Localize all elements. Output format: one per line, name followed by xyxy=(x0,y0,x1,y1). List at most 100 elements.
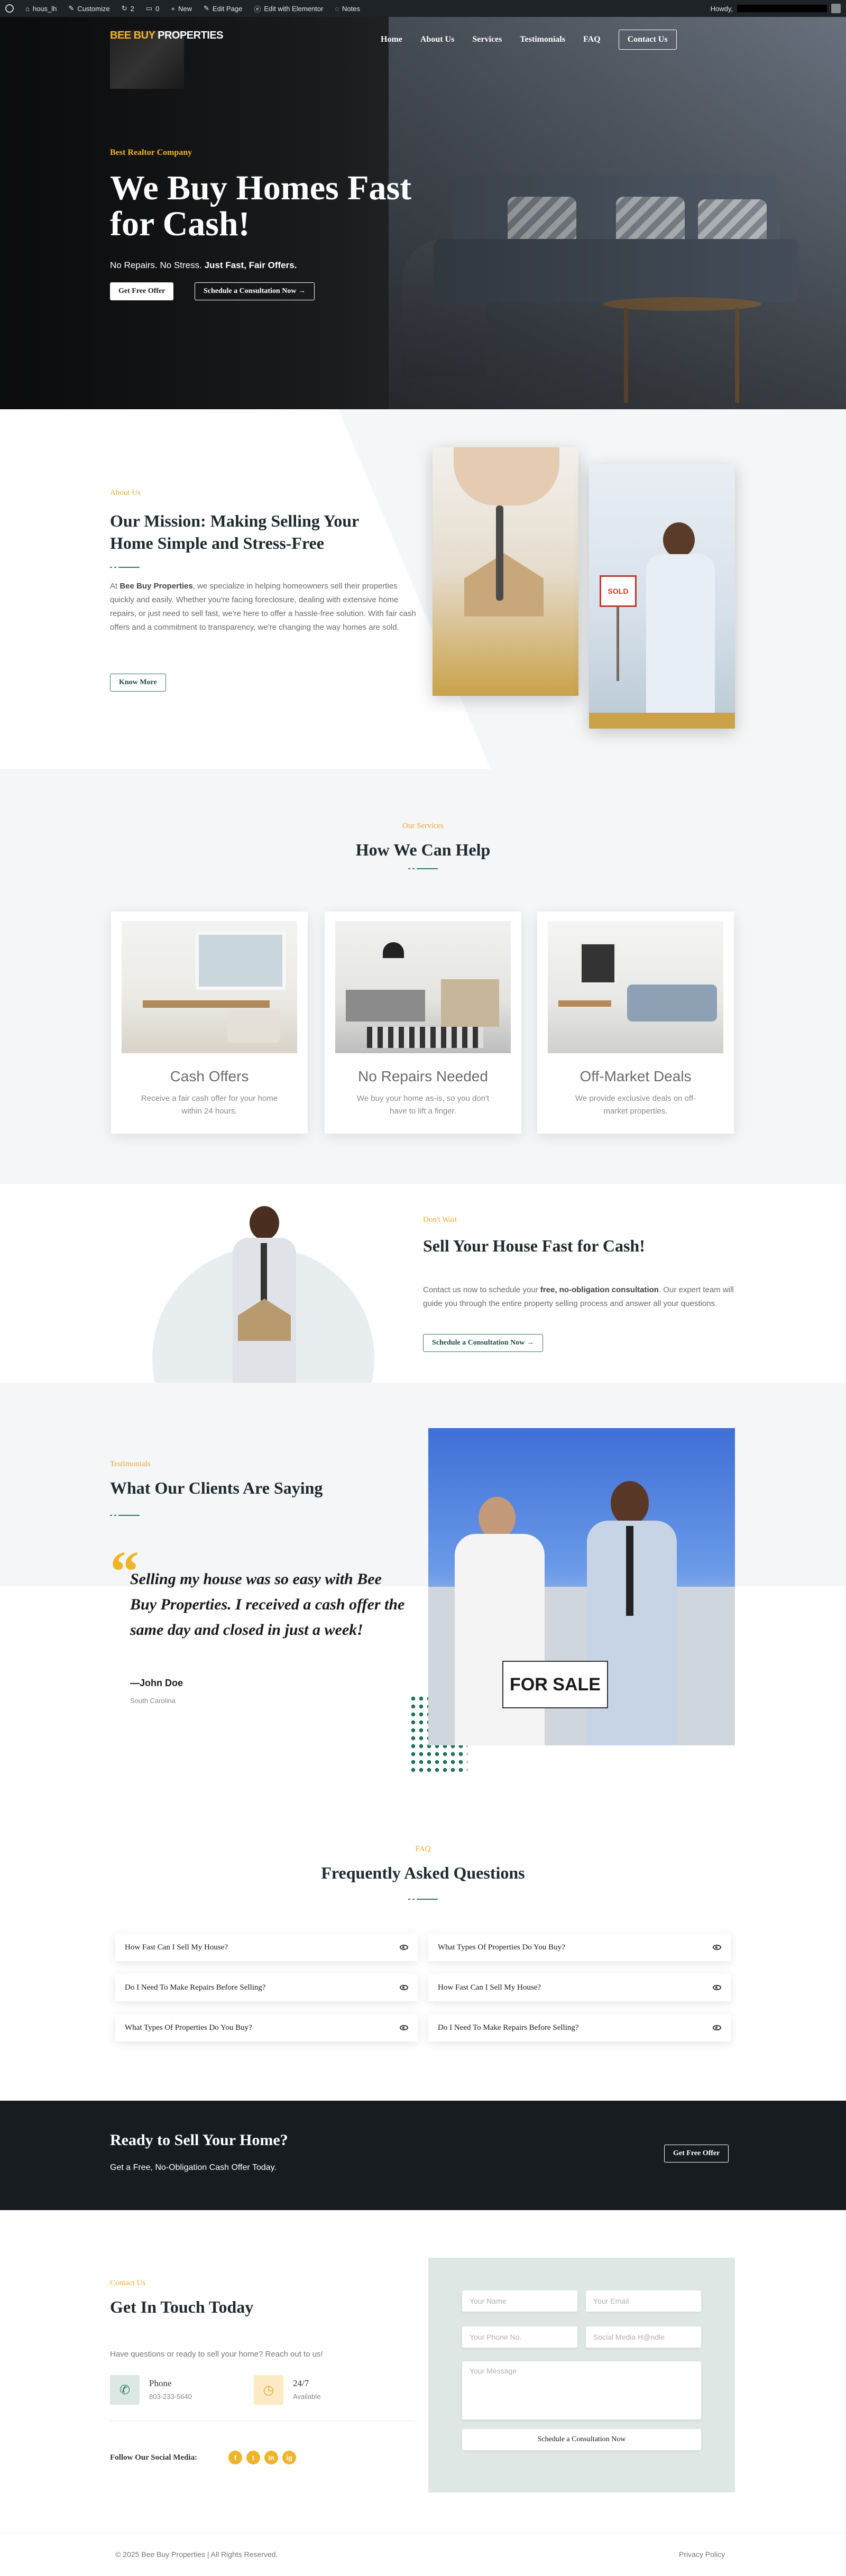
service-card[interactable]: Cash Offers Receive a fair cash offer fo… xyxy=(111,912,308,1134)
wp-admin-bar: ⌂ hous_lh ✎ Customize ↻ 2 ▭ 0 + New ✎ Edit Pag… xyxy=(0,0,846,17)
man2-head xyxy=(611,1481,649,1525)
nav-faq[interactable]: FAQ xyxy=(583,35,601,44)
services-section: Our Services How We Can Help Cash Offers… xyxy=(0,769,846,1184)
sell-fast-schedule-button[interactable]: Schedule a Consultation Now → xyxy=(423,1334,543,1352)
wordpress-icon xyxy=(5,4,14,13)
cta-subtitle: Get a Free, No-Obligation Cash Offer Tod… xyxy=(110,2163,277,2172)
home-icon: ⌂ xyxy=(25,4,30,13)
window-shape xyxy=(196,932,286,990)
edit-page-link[interactable]: ✎ Edit Page xyxy=(204,4,242,13)
eye-icon xyxy=(400,1985,408,1990)
privacy-policy-link[interactable]: Privacy Policy xyxy=(679,2550,725,2559)
faq-item[interactable]: Do I Need To Make Repairs Before Selling… xyxy=(428,2014,731,2041)
wp-logo-menu[interactable] xyxy=(5,4,14,13)
message-field[interactable]: Your Message xyxy=(462,2361,701,2419)
sell-fast-body-bold: free, no-obligation consultation xyxy=(540,1285,659,1294)
about-divider xyxy=(110,567,140,568)
contact-subtitle: Have questions or ready to sell your hom… xyxy=(110,2350,323,2359)
edit-elementor-link[interactable]: ⓔ Edit with Elementor xyxy=(254,4,323,14)
cta-get-free-offer-button[interactable]: Get Free Offer xyxy=(664,2145,729,2163)
email-field[interactable]: Your Email xyxy=(586,2290,701,2312)
howdy-label: Howdy, xyxy=(710,4,733,13)
faq-item[interactable]: How Fast Can I Sell My House? xyxy=(115,1934,418,1961)
sell-fast-body-pre: Contact us now to schedule your xyxy=(423,1285,540,1294)
social-links: f t in ig xyxy=(228,2451,296,2464)
contact-us-button[interactable]: Contact Us xyxy=(618,30,677,50)
faq-item[interactable]: What Types Of Properties Do You Buy? xyxy=(428,1934,731,1961)
wall-art xyxy=(580,942,617,985)
cta-banner: Ready to Sell Your Home? Get a Free, No-… xyxy=(0,2101,846,2210)
service-card[interactable]: No Repairs Needed We buy your home as-is… xyxy=(325,912,521,1134)
logo-word-1: BEE BUY xyxy=(110,30,155,41)
sell-fast-section: Don't Wait Sell Your House Fast for Cash… xyxy=(0,1184,846,1383)
contact-title: Get In Touch Today xyxy=(110,2297,254,2316)
edit-elementor-label: Edit with Elementor xyxy=(264,4,324,13)
agent-tie xyxy=(261,1243,267,1307)
twitter-icon[interactable]: t xyxy=(246,2451,260,2464)
hero-title: We Buy Homes Fast for Cash! xyxy=(110,169,412,243)
services-divider xyxy=(408,868,438,869)
phone-value[interactable]: 803-233-5640 xyxy=(149,2393,192,2400)
site-footer: © 2025 Bee Buy Properties | All Rights R… xyxy=(0,2533,846,2576)
testimonials-title: What Our Clients Are Saying xyxy=(110,1478,323,1497)
facebook-icon[interactable]: f xyxy=(228,2451,242,2464)
submit-button[interactable]: Schedule a Consultation Now xyxy=(462,2429,701,2450)
comments-link[interactable]: ▭ 0 xyxy=(146,4,160,13)
pendant-lamp xyxy=(383,942,404,958)
agent-holding-house-photo xyxy=(217,1206,312,1383)
agent-head xyxy=(663,522,695,557)
comment-icon: ▭ xyxy=(145,4,153,12)
hours-label: 24/7 xyxy=(293,2378,309,2388)
customize-link[interactable]: ✎ Customize xyxy=(68,4,109,13)
updates-count: 2 xyxy=(130,4,134,13)
sofa-shape xyxy=(227,1011,280,1043)
services-kicker: Our Services xyxy=(402,822,444,830)
realtor-with-sign-photo: SOLD xyxy=(589,464,735,729)
nav-about-us[interactable]: About Us xyxy=(420,35,454,44)
keys-shape xyxy=(496,505,503,601)
linkedin-icon[interactable]: in xyxy=(264,2451,278,2464)
about-body-pre: At xyxy=(110,582,120,591)
testimonial-quote: Selling my house was so easy with Bee Bu… xyxy=(130,1570,405,1639)
faq-item[interactable]: What Types Of Properties Do You Buy? xyxy=(115,2014,418,2041)
faq-section: FAQ Frequently Asked Questions How Fast … xyxy=(0,1793,846,2101)
instagram-icon[interactable]: ig xyxy=(282,2451,296,2464)
contact-kicker: Contact Us xyxy=(110,2279,146,2287)
nav-services[interactable]: Services xyxy=(472,35,502,44)
hours-value: Available xyxy=(293,2393,321,2400)
know-more-button[interactable]: Know More xyxy=(110,674,166,692)
nav-testimonials[interactable]: Testimonials xyxy=(520,35,565,44)
faq-question: What Types Of Properties Do You Buy? xyxy=(125,2023,252,2032)
get-free-offer-button[interactable]: Get Free Offer xyxy=(110,282,174,300)
site-name-menu[interactable]: ⌂ hous_lh xyxy=(25,5,57,13)
notes-link[interactable]: ◌ Notes xyxy=(335,5,360,13)
eye-icon xyxy=(400,2025,408,2030)
eye-icon xyxy=(713,1985,721,1990)
faq-item[interactable]: Do I Need To Make Repairs Before Selling… xyxy=(115,1974,418,2001)
agent-head xyxy=(250,1206,279,1240)
plus-icon: + xyxy=(171,4,175,13)
faq-title: Frequently Asked Questions xyxy=(321,1863,525,1882)
social-handle-field[interactable]: Social Media H@ndle xyxy=(586,2326,701,2348)
contact-section: Contact Us Get In Touch Today Have quest… xyxy=(0,2210,846,2533)
eye-icon xyxy=(713,2025,721,2030)
about-section: About Us Our Mission: Making Selling You… xyxy=(0,409,846,769)
site-logo[interactable]: BEE BUY PROPERTIES xyxy=(110,30,224,42)
faq-question: Do I Need To Make Repairs Before Selling… xyxy=(438,2023,579,2032)
faq-question: Do I Need To Make Repairs Before Selling… xyxy=(125,1983,266,1992)
services-title: How We Can Help xyxy=(355,840,491,859)
hero-subtitle: No Repairs. No Stress. Just Fast, Fair O… xyxy=(110,260,297,271)
updates-link[interactable]: ↻ 2 xyxy=(122,4,134,13)
customize-label: Customize xyxy=(77,4,110,13)
phone-field[interactable]: Your Phone No. xyxy=(462,2326,577,2348)
new-content-menu[interactable]: + New xyxy=(171,5,192,13)
nav-home[interactable]: Home xyxy=(381,35,402,44)
user-menu[interactable]: Howdy, xyxy=(711,4,841,13)
sell-fast-kicker: Don't Wait xyxy=(423,1216,457,1224)
name-field[interactable]: Your Name xyxy=(462,2290,577,2312)
elementor-icon: ⓔ xyxy=(254,5,261,13)
schedule-consultation-button[interactable]: Schedule a Consultation Now → xyxy=(195,282,315,300)
service-card[interactable]: Off-Market Deals We provide exclusive de… xyxy=(537,912,734,1134)
faq-item[interactable]: How Fast Can I Sell My House? xyxy=(428,1974,731,2001)
social-label: Follow Our Social Media: xyxy=(110,2453,198,2462)
